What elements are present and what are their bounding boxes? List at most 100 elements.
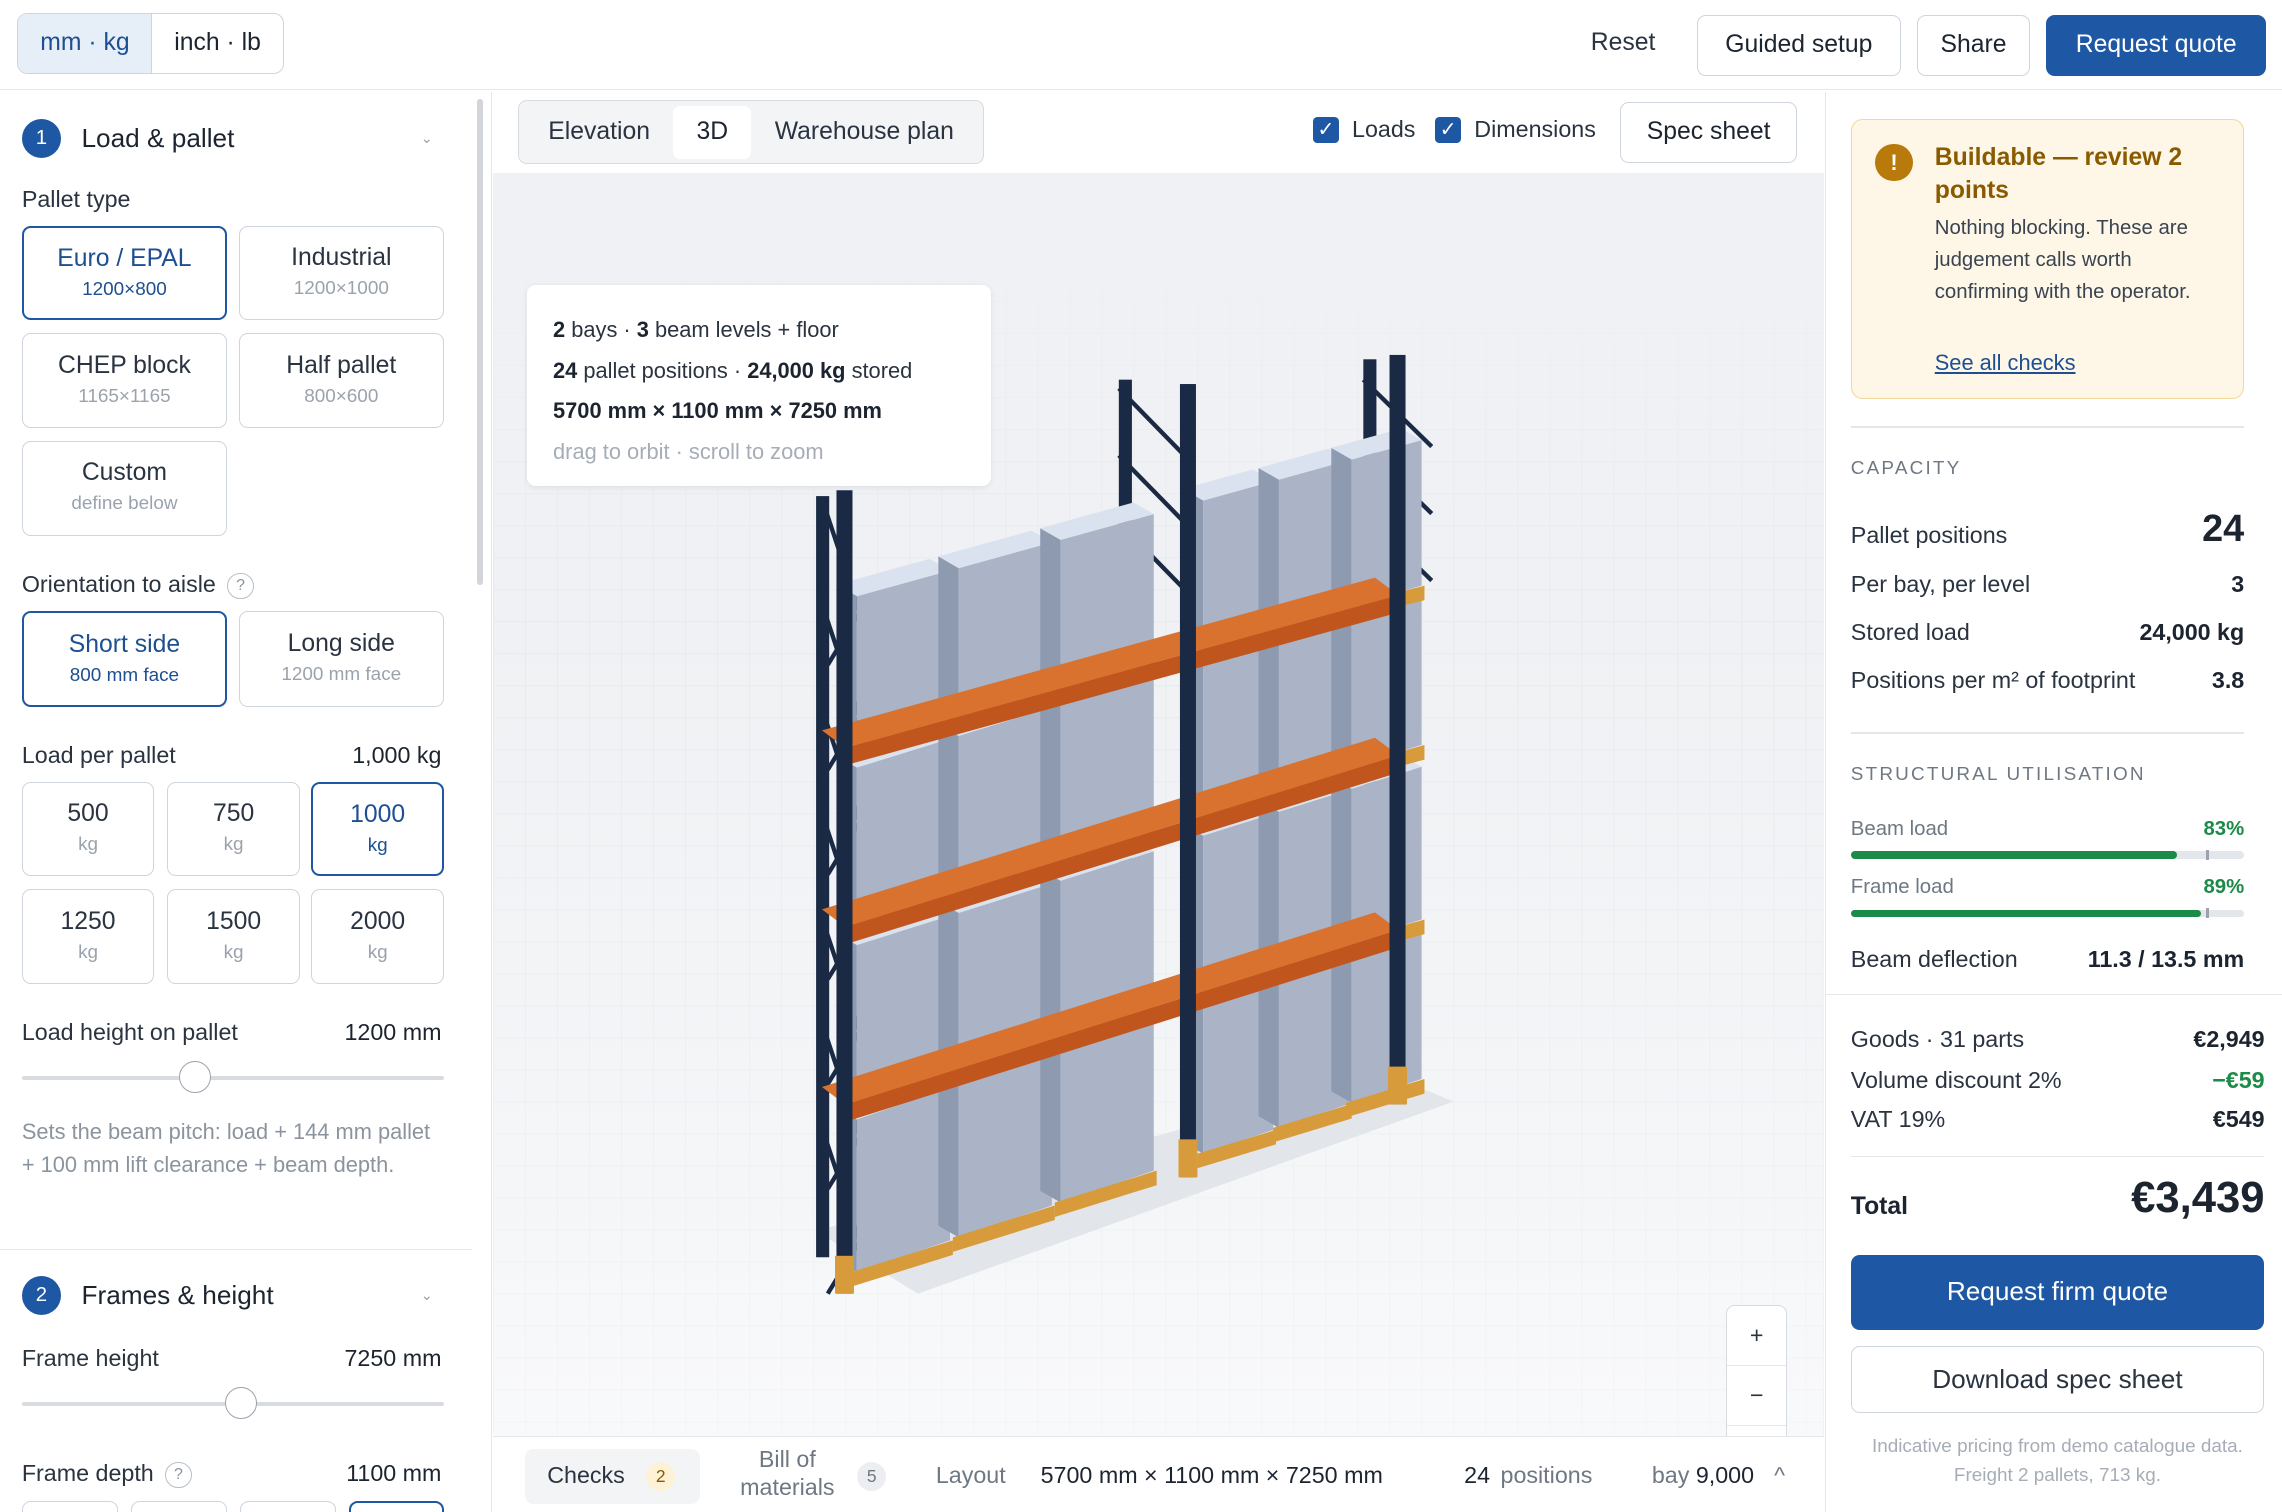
load-option-1250[interactable]: 1250 kg bbox=[21, 889, 155, 984]
pallet-option-chep[interactable]: CHEP block 1165×1165 bbox=[21, 333, 228, 428]
option-sub: kg bbox=[78, 833, 99, 855]
view-plan-tab[interactable]: Warehouse plan bbox=[751, 106, 977, 158]
depth-option[interactable] bbox=[21, 1500, 118, 1512]
request-firm-quote-button[interactable]: Request firm quote bbox=[1850, 1254, 2265, 1331]
load-option-500[interactable]: 500 kg bbox=[21, 781, 155, 877]
zoom-out-icon[interactable]: − bbox=[1727, 1366, 1787, 1426]
option-title: 1000 bbox=[350, 801, 406, 828]
frame-load-percent: 89% bbox=[2203, 876, 2245, 899]
rack-configurator: mm · kg inch · lb Reset Guided setup Sha… bbox=[0, 0, 2282, 1512]
spec-sheet-button[interactable]: Spec sheet bbox=[1619, 101, 1798, 163]
request-quote-button[interactable]: Request quote bbox=[2046, 14, 2267, 76]
depth-option[interactable] bbox=[240, 1500, 337, 1512]
download-spec-sheet-button[interactable]: Download spec sheet bbox=[1850, 1346, 2265, 1414]
loads-checkbox[interactable]: ✓ Loads bbox=[1312, 116, 1415, 144]
load-option-1500[interactable]: 1500 kg bbox=[167, 889, 300, 984]
bays-text: bays · bbox=[571, 316, 637, 342]
help-icon[interactable]: ? bbox=[227, 573, 254, 600]
unit-toggle: mm · kg inch · lb bbox=[17, 13, 284, 75]
help-icon[interactable]: ? bbox=[165, 1462, 192, 1489]
dimensions-checkbox[interactable]: ✓ Dimensions bbox=[1435, 116, 1596, 144]
warning-title: Buildable — review 2 points bbox=[1934, 143, 2183, 205]
option-title: CHEP block bbox=[57, 351, 191, 379]
frame-height-slider[interactable] bbox=[21, 1387, 444, 1420]
rack-upright bbox=[1389, 355, 1406, 1105]
rack-upright bbox=[836, 490, 853, 1294]
summary-panel: ! Buildable — review 2 points Nothing bl… bbox=[1825, 91, 2282, 1512]
slider-thumb[interactable] bbox=[225, 1387, 258, 1420]
bom-tab[interactable]: Bill of materials bbox=[729, 1446, 845, 1501]
load-option-2000[interactable]: 2000 kg bbox=[311, 889, 444, 984]
orientation-long-side[interactable]: Long side 1200 mm face bbox=[238, 611, 444, 708]
unit-metric-button[interactable]: mm · kg bbox=[18, 14, 153, 74]
load-height-slider[interactable] bbox=[21, 1060, 444, 1093]
option-sub: 1165×1165 bbox=[78, 385, 171, 407]
section-number: 2 bbox=[21, 1275, 62, 1315]
warning-body: Nothing blocking. These are judgement ca… bbox=[1934, 217, 2191, 304]
pallet-option-euro[interactable]: Euro / EPAL 1200×800 bbox=[21, 225, 228, 321]
load-option-1000[interactable]: 1000 kg bbox=[311, 781, 444, 877]
section-title: Frames & height bbox=[81, 1279, 274, 1310]
orientation-short-side[interactable]: Short side 800 mm face bbox=[21, 611, 228, 708]
option-sub: 800 mm face bbox=[69, 664, 180, 686]
chevron-up-icon[interactable]: ^ bbox=[1774, 1462, 1785, 1489]
view-3d-tab[interactable]: 3D bbox=[673, 106, 752, 159]
bar-limit-marker bbox=[2205, 908, 2209, 919]
unit-imperial-button[interactable]: inch · lb bbox=[152, 14, 282, 73]
see-all-checks-link[interactable]: See all checks bbox=[1935, 350, 2076, 376]
rack-summary-card: 2 bays · 3 beam levels + floor 24 pallet… bbox=[526, 285, 992, 487]
total-value: €3,439 bbox=[2131, 1173, 2265, 1223]
guided-setup-button[interactable]: Guided setup bbox=[1696, 14, 1901, 76]
positions-text: pallet positions · bbox=[583, 357, 748, 383]
view-elevation-tab[interactable]: Elevation bbox=[525, 106, 673, 158]
option-title: Short side bbox=[68, 630, 181, 658]
option-sub: kg bbox=[367, 941, 388, 963]
section-frames-header[interactable]: 2 Frames & height bbox=[21, 1273, 274, 1317]
positions-label: positions bbox=[1500, 1462, 1593, 1489]
3d-stage[interactable]: 2 bays · 3 beam levels + floor 24 pallet… bbox=[493, 173, 1824, 1437]
option-title: 1500 bbox=[206, 907, 262, 935]
pallet-load-side bbox=[1258, 468, 1280, 626]
density-label: Positions per m² of footprint bbox=[1850, 666, 2136, 693]
load-height-value: 1200 mm bbox=[344, 1018, 442, 1045]
checkmark-icon: ✓ bbox=[1435, 116, 1462, 144]
load-height-label: Load height on pallet bbox=[21, 1018, 238, 1045]
divider bbox=[1850, 426, 2244, 428]
option-sub: 1200×1000 bbox=[293, 277, 389, 299]
stored-load-value: 24,000 kg bbox=[2139, 618, 2245, 645]
fit-view-icon[interactable]: ⤢ bbox=[1727, 1426, 1786, 1437]
load-per-pallet-value: 1,000 kg bbox=[352, 742, 442, 769]
chevron-down-icon[interactable]: ⌄ bbox=[421, 1287, 433, 1304]
checks-tab[interactable]: Checks 2 bbox=[525, 1449, 701, 1505]
pallet-option-custom[interactable]: Custom define below bbox=[21, 440, 228, 536]
option-sub: kg bbox=[223, 941, 244, 963]
positions-count: 24 bbox=[553, 357, 578, 383]
frame-depth-label: Frame depth? bbox=[22, 1460, 192, 1489]
section-load-pallet-header[interactable]: 1 Load & pallet bbox=[21, 116, 234, 160]
load-option-750[interactable]: 750 kg bbox=[167, 781, 300, 877]
reset-button[interactable]: Reset bbox=[1591, 29, 1656, 57]
divider bbox=[1850, 732, 2244, 734]
beam-pitch-note: Sets the beam pitch: load + 144 mm palle… bbox=[21, 1118, 431, 1178]
rack-upright bbox=[1180, 384, 1197, 1178]
share-button[interactable]: Share bbox=[1916, 14, 2031, 76]
section-number: 1 bbox=[21, 118, 62, 158]
zoom-in-icon[interactable]: + bbox=[1727, 1306, 1787, 1367]
per-bay-label: Per bay, per level bbox=[1850, 570, 2031, 597]
panel-scrollbar[interactable] bbox=[477, 98, 484, 586]
pallet-option-industrial[interactable]: Industrial 1200×1000 bbox=[238, 225, 444, 321]
frame-depth-value: 1100 mm bbox=[346, 1459, 442, 1486]
depth-option[interactable] bbox=[130, 1500, 228, 1512]
levels-text: beam levels + floor bbox=[654, 316, 839, 342]
option-sub: define below bbox=[71, 493, 178, 515]
upright-baseplate bbox=[835, 1256, 855, 1294]
stored-text: stored bbox=[851, 357, 913, 383]
slider-thumb[interactable] bbox=[178, 1060, 211, 1093]
depth-option-selected[interactable] bbox=[349, 1500, 444, 1512]
checks-label: Checks bbox=[547, 1462, 625, 1489]
layout-label: Layout bbox=[935, 1462, 1006, 1489]
bay-width-readout: bay 9,000 bbox=[1652, 1462, 1760, 1489]
pallet-load-side bbox=[938, 556, 960, 714]
chevron-down-icon[interactable]: ⌄ bbox=[421, 130, 433, 147]
pallet-option-half[interactable]: Half pallet 800×600 bbox=[238, 333, 444, 428]
